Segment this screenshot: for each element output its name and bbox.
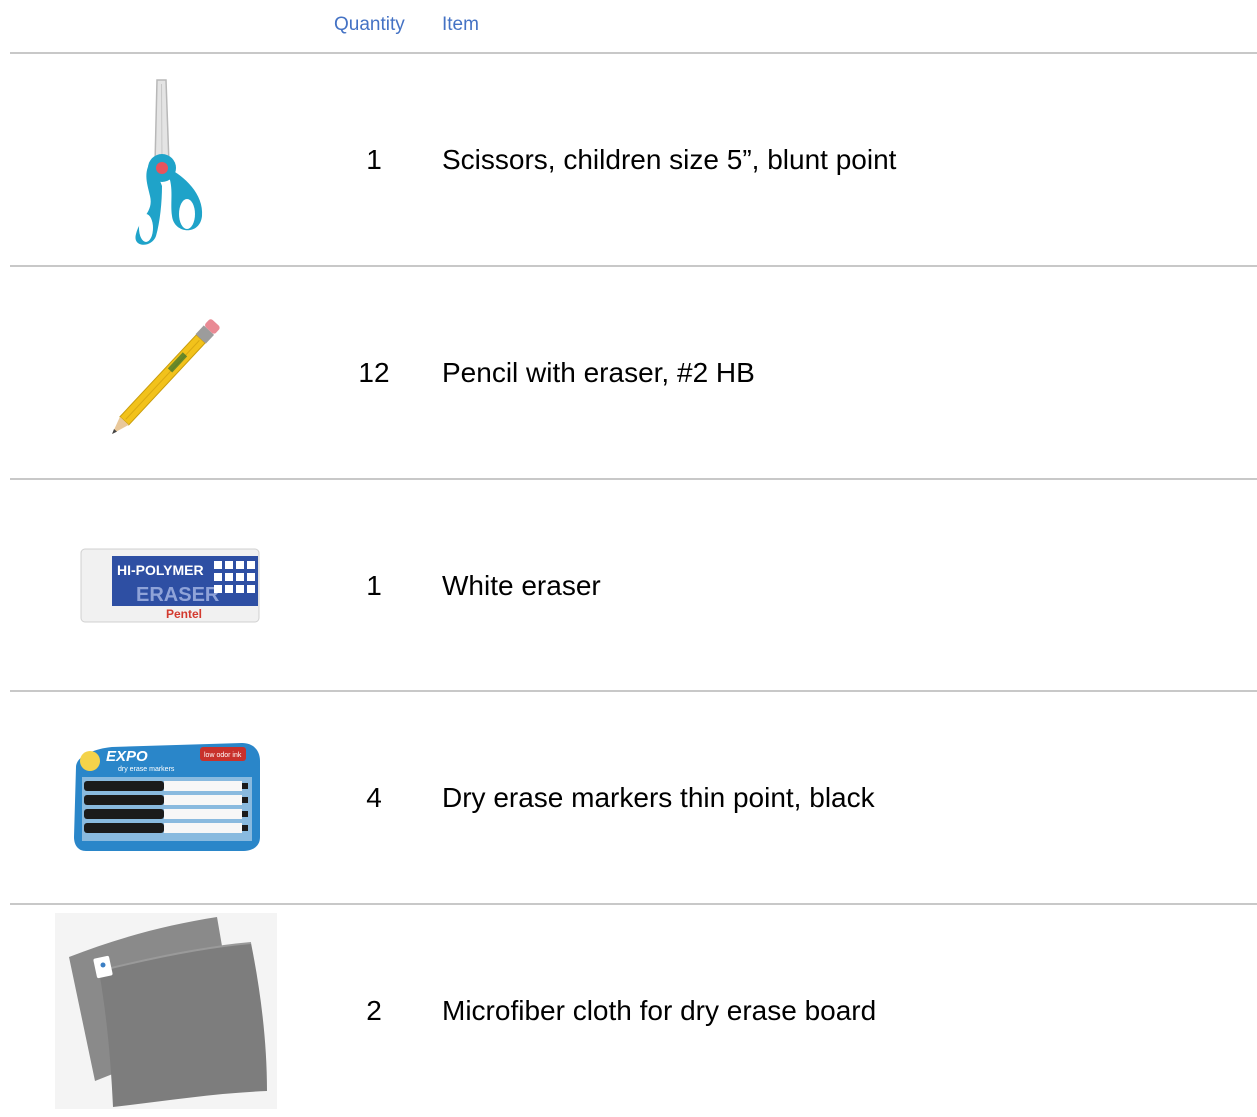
table-row: EXPO dry erase markers low odor ink 4 Dr…	[0, 692, 1257, 904]
table-row: HI-POLYMER ERASER Pentel 1 White eraser	[0, 480, 1257, 692]
markers-icon: EXPO dry erase markers low odor ink	[72, 737, 262, 853]
row-quantity: 12	[358, 357, 390, 388]
item-column-header[interactable]: Item	[442, 14, 479, 36]
row-item: Microfiber cloth for dry erase board	[442, 995, 877, 1026]
eraser-word-text: ERASER	[136, 584, 220, 606]
eraser-maker-text: Pentel	[166, 607, 202, 621]
table-row: 1 Scissors, children size 5”, blunt poin…	[0, 54, 1257, 266]
scissors-icon	[112, 76, 212, 248]
markers-brand-text: EXPO	[106, 748, 148, 765]
table-row: 12 Pencil with eraser, #2 HB	[0, 267, 1257, 479]
table-row: 2 Microfiber cloth for dry erase board	[0, 905, 1257, 1117]
quantity-column-header[interactable]: Quantity	[334, 14, 405, 36]
row-quantity: 1	[366, 144, 382, 175]
row-item: White eraser	[442, 570, 601, 601]
row-quantity: 1	[366, 570, 382, 601]
eraser-brand-text: HI-POLYMER	[117, 562, 204, 578]
row-item: Pencil with eraser, #2 HB	[442, 357, 755, 388]
row-quantity: 2	[366, 995, 382, 1026]
row-item: Dry erase markers thin point, black	[442, 782, 875, 813]
table-header: Quantity Item	[0, 0, 1257, 52]
markers-tag-text: low odor ink	[204, 752, 242, 759]
row-item: Scissors, children size 5”, blunt point	[442, 144, 897, 175]
markers-subtitle-text: dry erase markers	[118, 766, 175, 773]
pencil-icon	[84, 291, 252, 457]
row-quantity: 4	[366, 782, 382, 813]
cloth-icon	[55, 913, 277, 1109]
eraser-icon: HI-POLYMER ERASER Pentel	[80, 548, 260, 624]
